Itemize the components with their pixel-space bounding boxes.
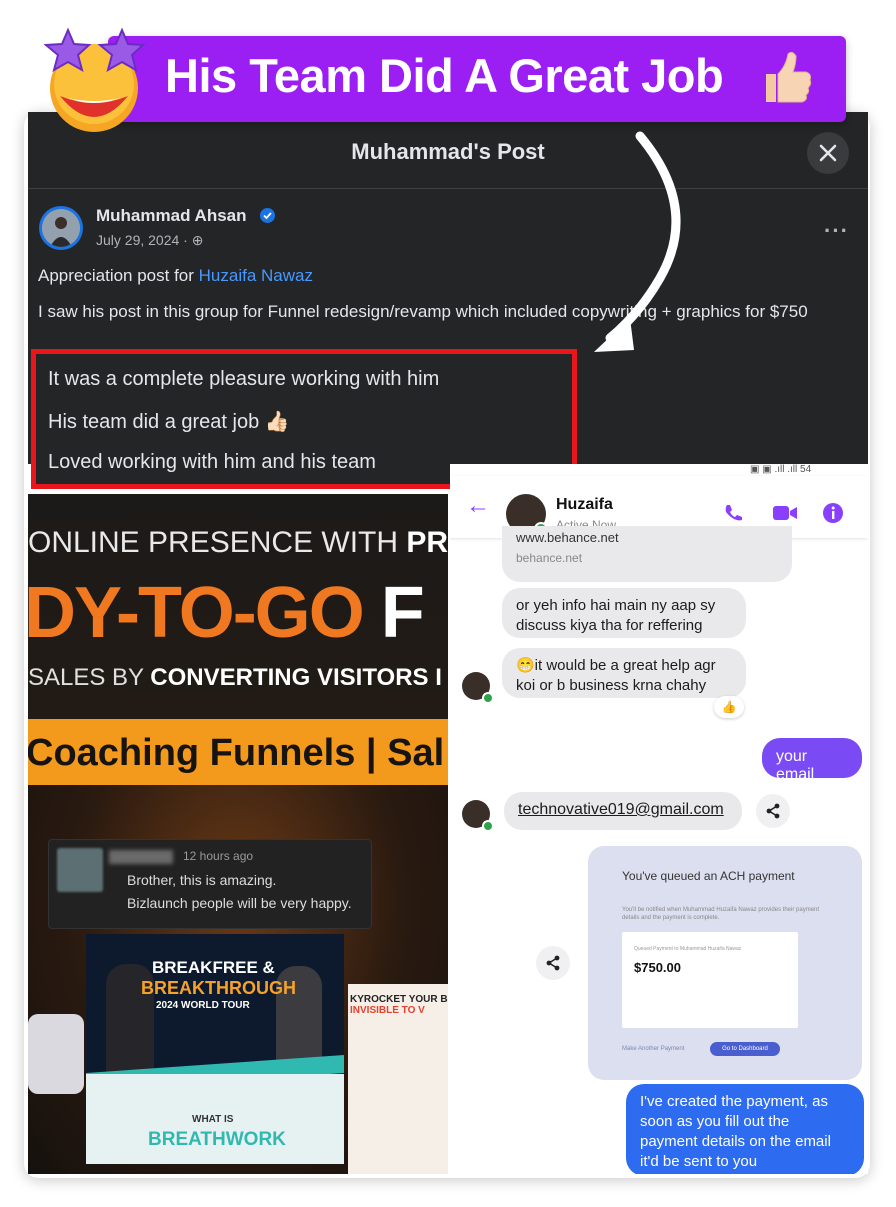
my-message-bubble: I've created the payment, as soon as you…: [626, 1084, 864, 1174]
ach-description: You'll be notified when Muhammad Huzaifa…: [622, 907, 820, 921]
wh-title: BREATHWORK: [148, 1129, 286, 1150]
modal-header: Muhammad's Post: [28, 112, 868, 189]
more-options-button[interactable]: ···: [824, 218, 849, 244]
promo-headline: ONLINE PRESENCE WITH PREM: [28, 526, 448, 559]
promo-title: DY-TO-GO F: [28, 573, 425, 653]
ach-amount-card: Queued Payment to Muhammad Huzaifa Nawaz…: [622, 932, 798, 1028]
comment-time: 12 hours ago: [183, 849, 254, 863]
email-bubble[interactable]: technovative019@gmail.com: [504, 792, 742, 830]
close-button[interactable]: [807, 132, 849, 174]
my-message-bubble: your email: [762, 738, 862, 783]
message-bubble: 😁it would be a great help agr koi or b b…: [502, 648, 746, 698]
share-icon[interactable]: [536, 946, 570, 980]
ach-label: Queued Payment to Muhammad Huzaifa Nawaz: [634, 946, 742, 952]
blurred-name: [109, 850, 173, 864]
ach-payment-card[interactable]: You've queued an ACH payment You'll be n…: [588, 846, 862, 1080]
mention-link[interactable]: Huzaifa Nawaz: [199, 266, 313, 285]
wh-heading: WHAT IS: [192, 1114, 234, 1125]
link-preview-bubble[interactable]: www.behance.net behance.net: [502, 526, 792, 582]
highlight-line: Loved working with him and his team: [48, 451, 376, 473]
smartwatch-image: [28, 1014, 84, 1094]
author-name[interactable]: Muhammad Ahsan: [96, 206, 247, 226]
highlight-line: It was a complete pleasure working with …: [48, 368, 440, 390]
go-to-dashboard-button[interactable]: Go to Dashboard: [710, 1042, 780, 1056]
back-arrow-icon[interactable]: ←: [466, 492, 490, 520]
bf-subheading: 2024 WORLD TOUR: [156, 1000, 250, 1011]
post-text-line2: I saw his post in this group for Funnel …: [38, 302, 808, 321]
post-date[interactable]: July 29, 2024 · ⊕: [96, 232, 203, 249]
comment-text: Bizlaunch people will be very happy.: [127, 895, 352, 911]
star-struck-emoji-icon: [43, 27, 146, 132]
bf-heading: BREAKFREE &: [152, 958, 275, 977]
status-bar: ▣ ▣ .ıll .ıll 54: [750, 464, 812, 475]
blurred-avatar: [57, 848, 103, 892]
ach-amount: $750.00: [634, 960, 681, 975]
post-text-line1: Appreciation post for Huzaifa Nawaz: [38, 266, 313, 285]
online-indicator: [482, 820, 494, 832]
messenger-chat: ▣ ▣ .ıll .ıll 54 ← Huzaifa Active Now ww…: [450, 464, 868, 1174]
share-icon[interactable]: [756, 794, 790, 828]
promo-band-text: Coaching Funnels | Sal: [28, 732, 445, 774]
promo-image: ONLINE PRESENCE WITH PREM DY-TO-GO F SAL…: [28, 494, 448, 1174]
globe-icon: ⊕: [191, 232, 204, 248]
promo-subtitle: SALES BY CONVERTING VISITORS I: [28, 664, 442, 691]
side-page-image: KYROCKET YOUR B INVISIBLE TO V: [348, 984, 448, 1174]
close-icon: [819, 144, 837, 162]
message-bubble: or yeh info hai main ny aap sy discuss k…: [502, 588, 746, 638]
testimonial-comment: 12 hours ago Brother, this is amazing. B…: [48, 839, 372, 929]
make-another-payment-button[interactable]: Make Another Payment: [622, 1042, 702, 1056]
breakfree-page: BREAKFREE & BREAKTHROUGH 2024 WORLD TOUR…: [86, 934, 344, 1164]
comment-text: Brother, this is amazing.: [127, 872, 277, 888]
online-indicator: [482, 692, 494, 704]
contact-name: Huzaifa: [556, 496, 613, 513]
ach-title: You've queued an ACH payment: [622, 869, 795, 883]
modal-title: Muhammad's Post: [351, 139, 545, 164]
bf-heading: BREAKTHROUGH: [141, 978, 296, 998]
avatar[interactable]: [39, 206, 83, 250]
banner-title: His Team Did A Great Job: [165, 49, 724, 102]
curved-arrow-icon: [594, 131, 681, 352]
verified-badge-icon: [260, 208, 275, 223]
thumbs-up-emoji-icon: [766, 51, 812, 103]
info-icon[interactable]: [822, 502, 844, 530]
highlight-line: His team did a great job 👍🏻: [48, 411, 290, 433]
reaction-badge[interactable]: 👍: [714, 696, 744, 718]
